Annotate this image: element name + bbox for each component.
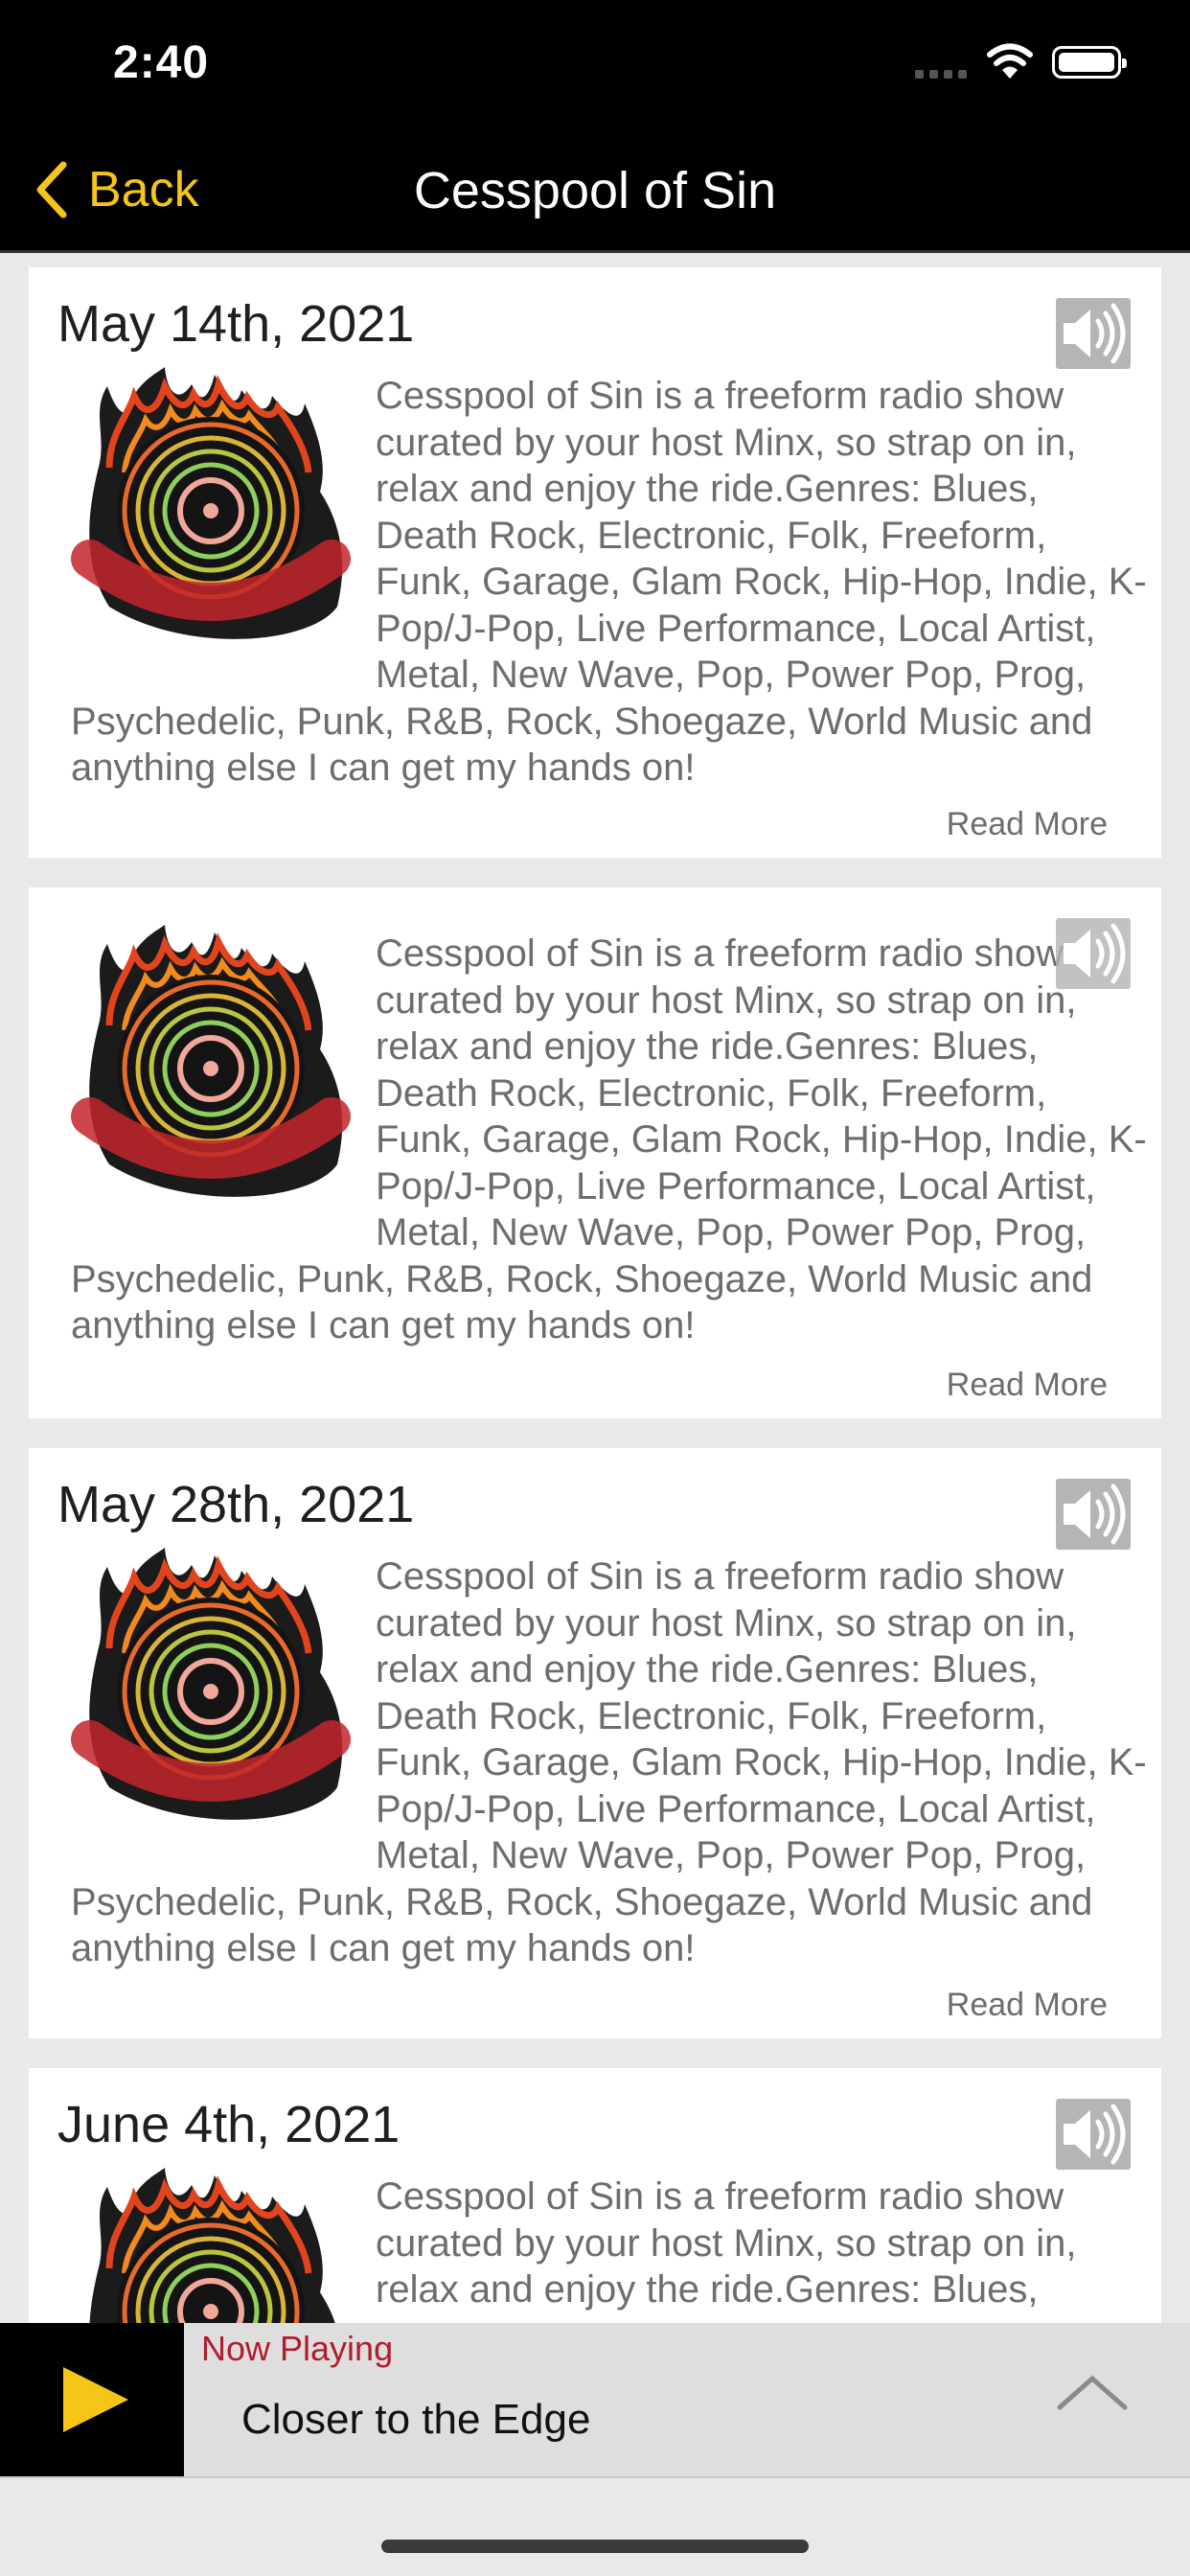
wifi-icon <box>987 43 1033 79</box>
page-title: Cesspool of Sin <box>413 162 777 219</box>
speaker-icon[interactable] <box>1056 2099 1131 2170</box>
speaker-icon[interactable] <box>1056 1479 1131 1550</box>
show-logo <box>71 367 351 655</box>
episode-description: Cesspool of Sin is a freeform radio show… <box>71 931 1148 1349</box>
show-logo <box>71 2168 351 2323</box>
read-more-link[interactable]: Read More <box>947 1367 1108 1404</box>
play-icon <box>63 2367 128 2432</box>
episode-date: June 4th, 2021 <box>57 2096 400 2153</box>
speaker-icon[interactable] <box>1056 298 1131 369</box>
home-indicator[interactable] <box>381 2540 809 2553</box>
read-more-link[interactable]: Read More <box>947 1987 1108 2024</box>
episode-card[interactable]: May 14th, 2021 Cesspool of Sin is a free… <box>29 267 1161 858</box>
status-bar: 2:40 <box>0 0 1190 134</box>
status-time: 2:40 <box>113 37 210 88</box>
episode-description: Cesspool of Sin is a freeform radio show… <box>71 1553 1148 1972</box>
episode-card[interactable]: Cesspool of Sin is a freeform radio show… <box>29 887 1161 1418</box>
cellular-signal-icon <box>915 70 967 79</box>
home-indicator-area <box>0 2476 1190 2576</box>
episode-card[interactable]: June 4th, 2021 Cesspool of Sin is a free… <box>29 2068 1161 2323</box>
speaker-icon[interactable] <box>1056 918 1131 989</box>
now-playing-bar[interactable]: Now Playing Closer to the Edge <box>0 2323 1190 2476</box>
chevron-up-icon[interactable] <box>1054 2371 1131 2413</box>
episode-date: May 14th, 2021 <box>57 295 415 353</box>
show-logo <box>71 925 351 1212</box>
episode-description: Cesspool of Sin is a freeform radio show… <box>71 373 1148 792</box>
episode-date: May 28th, 2021 <box>57 1476 415 1533</box>
episode-list[interactable]: May 14th, 2021 Cesspool of Sin is a free… <box>0 253 1190 2323</box>
navigation-bar: Back Cesspool of Sin <box>0 134 1190 253</box>
show-logo <box>71 1548 351 1835</box>
read-more-link[interactable]: Read More <box>947 806 1108 843</box>
episode-card[interactable]: May 28th, 2021 Cesspool of Sin is a free… <box>29 1448 1161 2038</box>
battery-icon <box>1052 46 1127 79</box>
play-button[interactable] <box>0 2323 184 2476</box>
now-playing-label: Now Playing <box>201 2329 394 2368</box>
now-playing-title: Closer to the Edge <box>241 2396 591 2443</box>
episode-description: Cesspool of Sin is a freeform radio show… <box>71 2174 1148 2323</box>
